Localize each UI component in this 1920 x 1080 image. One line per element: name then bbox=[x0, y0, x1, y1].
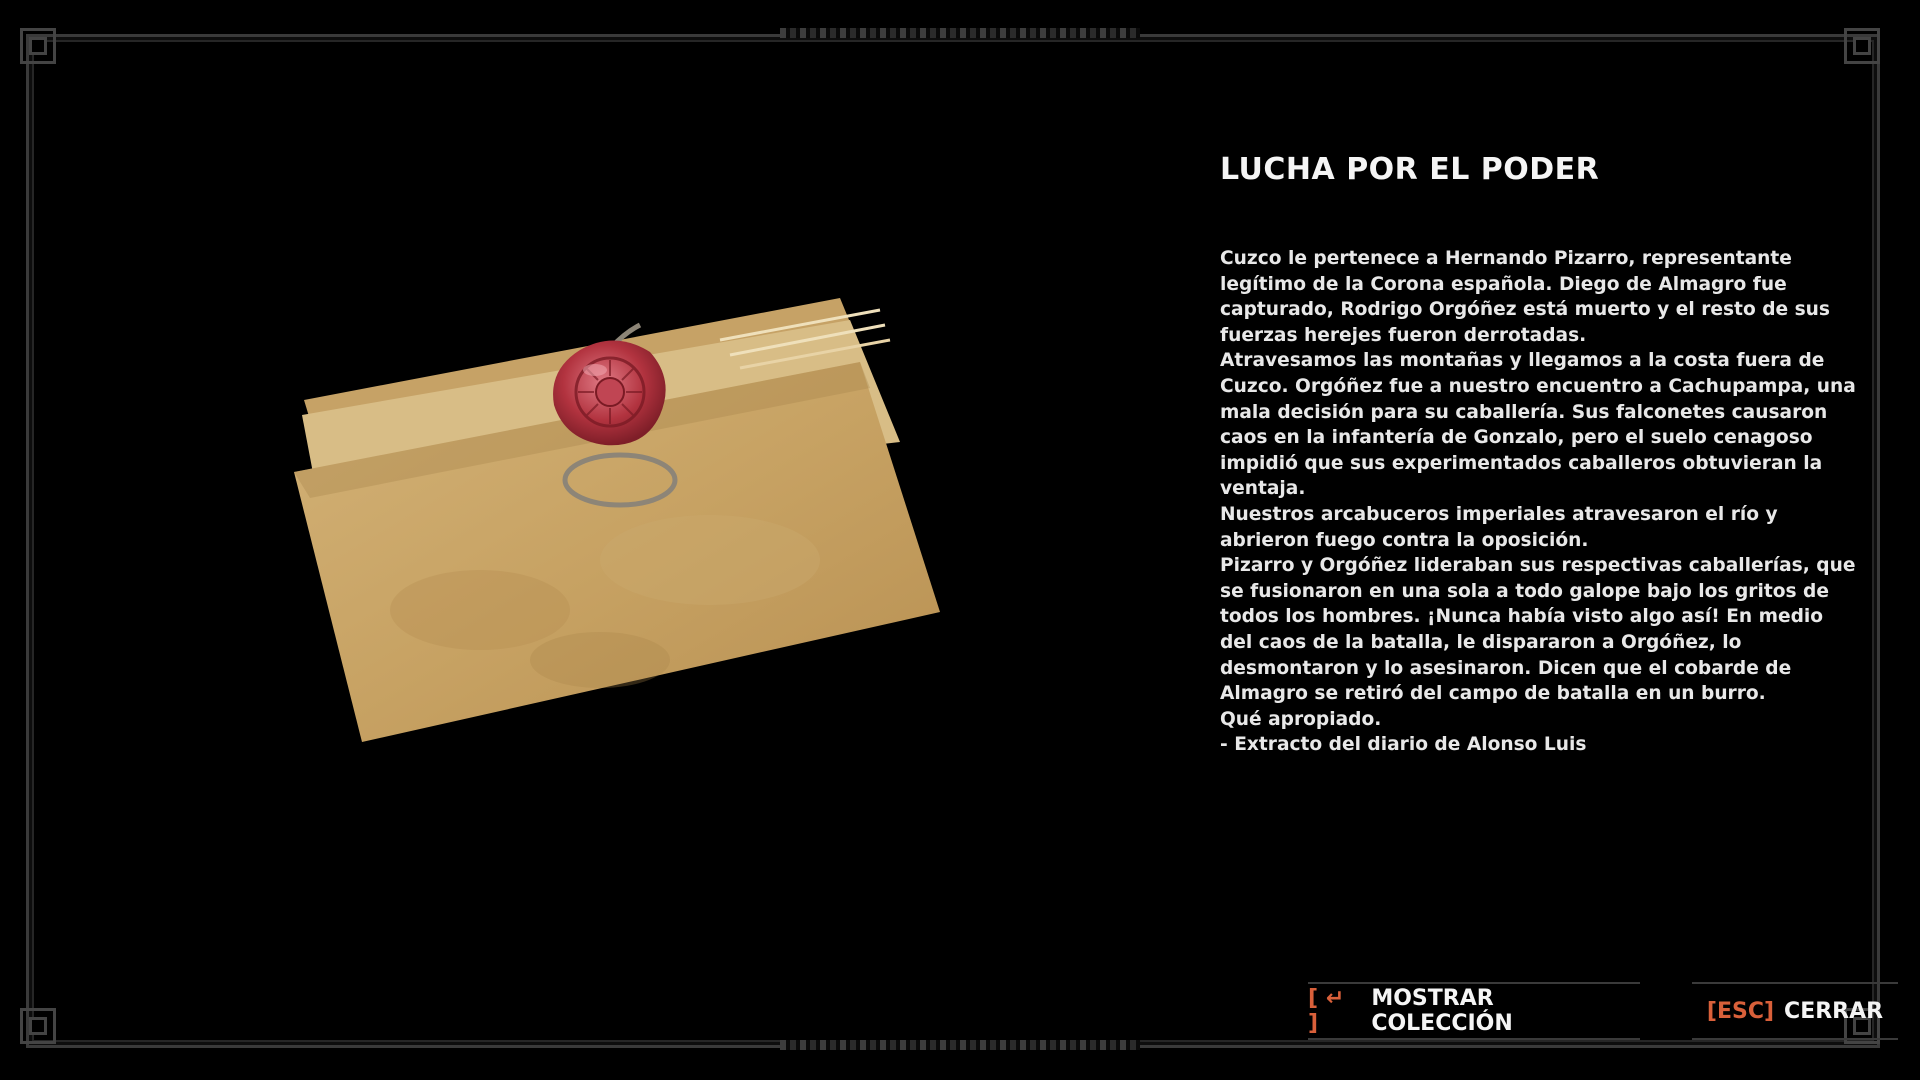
document-paragraph: Pizarro y Orgóñez lideraban sus respecti… bbox=[1220, 555, 1856, 705]
close-button[interactable]: [ESC] CERRAR bbox=[1692, 982, 1898, 1040]
frame-corner-ornament bbox=[1844, 28, 1880, 64]
document-paragraph: Nuestros arcabuceros imperiales atravesa… bbox=[1220, 503, 1778, 551]
esc-key-icon: [ESC] bbox=[1706, 998, 1775, 1024]
enter-key-icon: [ ↵ ] bbox=[1308, 986, 1345, 1036]
sealed-letter-illustration bbox=[294, 298, 940, 742]
frame-corner-ornament bbox=[20, 28, 56, 64]
document-body: Cuzco le pertenece a Hernando Pizarro, r… bbox=[1220, 246, 1860, 758]
document-paragraph: Atravesamos las montañas y llegamos a la… bbox=[1220, 350, 1856, 500]
show-collection-label: MOSTRAR COLECCIÓN bbox=[1371, 986, 1513, 1036]
document-signature: - Extracto del diario de Alonso Luis bbox=[1220, 734, 1587, 756]
close-label: CERRAR bbox=[1784, 998, 1884, 1024]
frame-bottom-ornament bbox=[780, 1040, 1140, 1050]
frame-corner-ornament bbox=[20, 1008, 56, 1044]
frame-top-ornament bbox=[780, 28, 1140, 38]
document-title: LUCHA POR EL PODER bbox=[1220, 152, 1600, 187]
document-paragraph: Cuzco le pertenece a Hernando Pizarro, r… bbox=[1220, 248, 1830, 346]
show-collection-button[interactable]: [ ↵ ] MOSTRAR COLECCIÓN bbox=[1308, 982, 1640, 1040]
sealed-letter-item[interactable] bbox=[280, 280, 980, 780]
document-paragraph: Qué apropiado. bbox=[1220, 708, 1382, 730]
